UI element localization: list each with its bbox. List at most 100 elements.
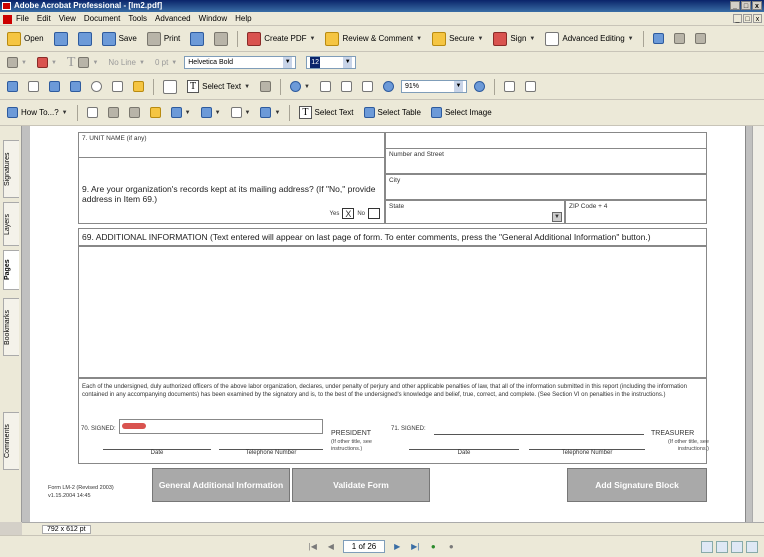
help-button[interactable]	[650, 31, 667, 46]
close-button[interactable]: x	[752, 1, 762, 10]
facing-icon[interactable]	[731, 541, 743, 553]
line-style-select[interactable]: No Line ▼	[105, 56, 148, 69]
general-additional-information-button[interactable]: General Additional Information	[152, 468, 290, 502]
select-object-button[interactable]	[84, 105, 101, 120]
chevron-down-icon[interactable]: ▼	[171, 60, 177, 66]
secure-button[interactable]: Secure ▼	[429, 30, 486, 48]
menu-view[interactable]: View	[59, 14, 76, 23]
chevron-down-icon[interactable]: ▼	[51, 60, 57, 66]
chevron-down-icon[interactable]: ▼	[92, 60, 98, 66]
zoom-in-button[interactable]	[471, 79, 488, 94]
checkbox-tool-button[interactable]	[25, 79, 42, 94]
save-button[interactable]: Save	[99, 30, 140, 48]
review-comment-button[interactable]: Review & Comment ▼	[322, 30, 425, 48]
document-icon[interactable]	[3, 15, 12, 24]
chevron-down-icon[interactable]: ▼	[416, 36, 422, 42]
select-image-button[interactable]: Select Image	[428, 105, 495, 120]
additional-information-textarea[interactable]	[78, 246, 707, 378]
chevron-down-icon[interactable]: ▼	[244, 84, 250, 90]
font-size-select[interactable]: 12 ▼	[306, 56, 357, 69]
validate-form-button[interactable]: Validate Form	[292, 468, 430, 502]
chevron-down-icon[interactable]: ▼	[62, 110, 68, 116]
minimize-button[interactable]: _	[730, 1, 740, 10]
previous-page-icon[interactable]: ◀	[325, 541, 337, 553]
email-button[interactable]	[75, 30, 95, 48]
telephone-71-field[interactable]: Telephone Number	[529, 449, 645, 456]
tab-pages[interactable]: Pages	[3, 250, 19, 290]
form-tool-button[interactable]: ▼	[198, 105, 224, 120]
tab-bookmarks[interactable]: Bookmarks	[3, 298, 19, 356]
email-attach-button[interactable]	[187, 30, 207, 48]
date-71-field[interactable]: Date	[409, 449, 519, 456]
menu-file[interactable]: File	[16, 14, 29, 23]
doc-restore-button[interactable]: □	[743, 14, 752, 23]
radio-tool-button[interactable]	[88, 79, 105, 94]
open-button[interactable]: Open	[4, 30, 47, 48]
snapshot-button[interactable]	[257, 79, 274, 94]
horizontal-scrollbar[interactable]: 792 x 612 pt	[22, 522, 764, 535]
doc-minimize-button[interactable]: _	[733, 14, 742, 23]
tab-signatures[interactable]: Signatures	[3, 140, 19, 198]
zoom-out-button[interactable]	[380, 79, 397, 94]
attach-button[interactable]: ▼	[257, 105, 283, 120]
chevron-down-icon[interactable]: ▼	[283, 57, 293, 68]
menu-help[interactable]: Help	[235, 14, 251, 23]
yes-checkbox[interactable]: X	[342, 208, 355, 219]
organizer-button[interactable]	[51, 30, 71, 48]
select-text-tool-button[interactable]: T Select Text	[296, 104, 356, 121]
link-tool-button[interactable]	[126, 105, 143, 120]
line-weight-select[interactable]: 0 pt ▼	[152, 56, 180, 69]
rotate-left-button[interactable]	[501, 79, 518, 94]
text-field-button[interactable]: ▼	[228, 105, 254, 120]
select-text-button[interactable]: T Select Text ▼	[184, 78, 253, 95]
state-field[interactable]: State ▼	[385, 200, 565, 224]
president-signature-field[interactable]	[119, 419, 323, 434]
chevron-down-icon[interactable]: ▼	[304, 84, 310, 90]
chevron-down-icon[interactable]: ▼	[454, 81, 463, 92]
signature-tool-button[interactable]	[130, 79, 147, 94]
page-number-field[interactable]: 1 of 26	[342, 540, 386, 553]
chevron-down-icon[interactable]: ▼	[628, 36, 634, 42]
chevron-down-icon[interactable]: ▼	[343, 57, 353, 68]
menu-document[interactable]: Document	[84, 14, 120, 23]
tool-button-1[interactable]	[4, 79, 21, 94]
menu-window[interactable]: Window	[199, 14, 227, 23]
rotate-right-button[interactable]	[522, 79, 539, 94]
article-tool-button[interactable]: ▼	[168, 105, 194, 120]
tab-layers[interactable]: Layers	[3, 202, 19, 246]
back-button[interactable]	[671, 31, 688, 46]
chevron-down-icon[interactable]: ▼	[139, 60, 145, 66]
chevron-down-icon[interactable]: ▼	[185, 110, 191, 116]
chevron-down-icon[interactable]: ▼	[215, 110, 221, 116]
no-checkbox[interactable]	[368, 208, 380, 219]
zoom-select[interactable]: 91% ▼	[401, 80, 467, 93]
fit-page-button[interactable]	[338, 79, 355, 94]
select-table-button[interactable]: Select Table	[361, 105, 424, 120]
add-signature-block-button[interactable]: Add Signature Block	[567, 468, 707, 502]
zoom-tool-button[interactable]: ▼	[287, 79, 313, 94]
chevron-down-icon[interactable]: ▼	[310, 36, 316, 42]
telephone-70-field[interactable]: Telephone Number	[219, 449, 323, 456]
advanced-editing-button[interactable]: Advanced Editing ▼	[542, 30, 636, 48]
chevron-down-icon[interactable]: ▼	[529, 36, 535, 42]
chevron-down-icon[interactable]: ▼	[552, 212, 562, 222]
search-button[interactable]	[211, 30, 231, 48]
vertical-scrollbar[interactable]	[752, 126, 764, 522]
crop-tool-button[interactable]	[147, 105, 164, 120]
date-70-field[interactable]: Date	[103, 449, 211, 456]
continuous-icon[interactable]	[716, 541, 728, 553]
first-page-icon[interactable]: |◀	[307, 541, 319, 553]
continuous-facing-icon[interactable]	[746, 541, 758, 553]
treasurer-signature-line[interactable]	[434, 434, 644, 435]
chevron-down-icon[interactable]: ▼	[245, 110, 251, 116]
create-pdf-button[interactable]: Create PDF ▼	[244, 30, 318, 48]
chevron-down-icon[interactable]: ▼	[274, 110, 280, 116]
actual-size-button[interactable]	[317, 79, 334, 94]
zip-field[interactable]: ZIP Code + 4	[565, 200, 707, 224]
menu-tools[interactable]: Tools	[128, 14, 147, 23]
number-street-field[interactable]: Number and Street	[385, 148, 707, 174]
fit-width-button[interactable]	[359, 79, 376, 94]
how-to-button[interactable]: How To...? ▼	[4, 105, 71, 120]
menu-advanced[interactable]: Advanced	[155, 14, 191, 23]
list-box-tool-button[interactable]	[46, 79, 63, 94]
